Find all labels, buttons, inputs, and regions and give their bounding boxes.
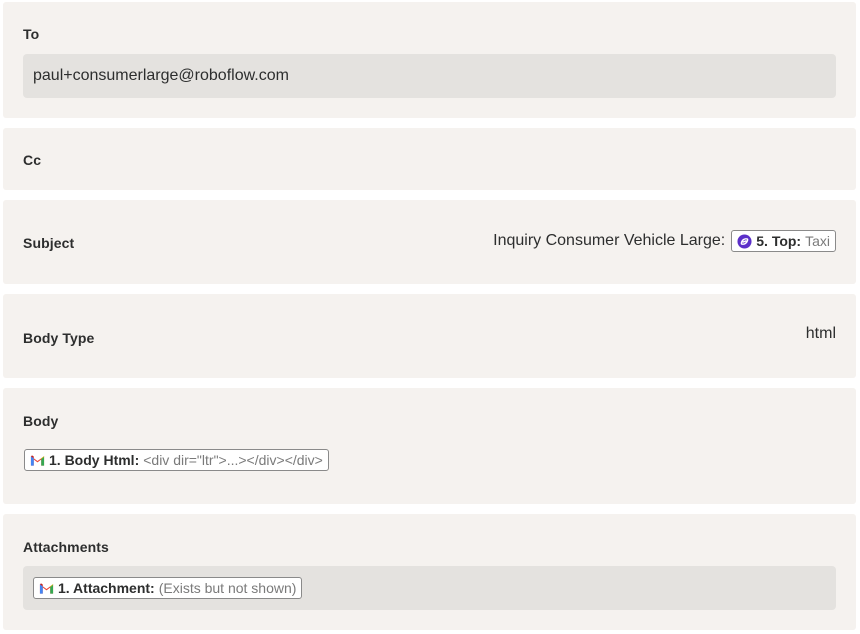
body-pill-key: 1. Body Html:	[49, 452, 140, 468]
zapier-step-icon	[737, 233, 752, 249]
attachments-input[interactable]: 1. Attachment: (Exists but not shown)	[23, 566, 836, 610]
attachment-pill[interactable]: 1. Attachment: (Exists but not shown)	[33, 577, 303, 599]
body-label: Body	[23, 413, 59, 429]
subject-value[interactable]: Inquiry Consumer Vehicle Large: 5. Top: …	[493, 229, 836, 253]
subject-pill-key: 5. Top:	[756, 233, 802, 249]
body-pill-value: <div dir="ltr">...></div></div>	[143, 452, 323, 468]
attachment-pill-value: (Exists but not shown)	[158, 580, 297, 596]
gmail-icon	[30, 455, 45, 466]
body-html-pill[interactable]: 1. Body Html: <div dir="ltr">...></div><…	[24, 449, 329, 471]
body-value[interactable]: 1. Body Html: <div dir="ltr">...></div><…	[24, 449, 329, 471]
attachment-pill-key: 1. Attachment:	[58, 580, 155, 596]
body-type-field-card: Body Type html	[3, 294, 856, 378]
attachments-label: Attachments	[23, 539, 109, 555]
body-type-label: Body Type	[23, 330, 95, 346]
subject-pill-value: Taxi	[805, 233, 830, 249]
to-field-card: To paul+consumerlarge@roboflow.com	[3, 2, 856, 118]
to-value: paul+consumerlarge@roboflow.com	[33, 67, 289, 84]
cc-label: Cc	[23, 152, 42, 168]
subject-label: Subject	[23, 235, 75, 251]
body-type-value[interactable]: html	[806, 325, 836, 343]
attachments-field-card: Attachments 1. Attachment: (Exists but n…	[3, 514, 856, 630]
subject-field-card: Subject Inquiry Consumer Vehicle Large: …	[3, 200, 856, 284]
cc-field-card: Cc	[3, 128, 856, 190]
to-input[interactable]: paul+consumerlarge@roboflow.com	[23, 54, 836, 98]
to-label: To	[23, 26, 40, 42]
subject-prefix: Inquiry Consumer Vehicle Large:	[493, 232, 726, 249]
gmail-icon	[39, 583, 54, 594]
subject-step-pill[interactable]: 5. Top: Taxi	[731, 230, 836, 252]
body-field-card: Body 1. Body Html: <div dir="ltr">...></…	[3, 388, 856, 504]
